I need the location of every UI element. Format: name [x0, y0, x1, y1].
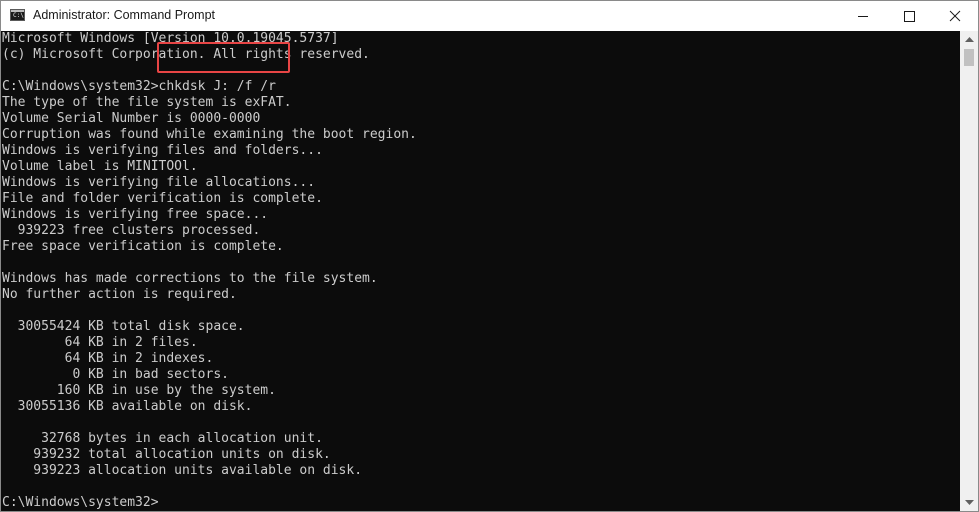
console-command-line: C:\Windows\system32>chkdsk J: /f /r [2, 79, 276, 94]
console-line: (c) Microsoft Corporation. All rights re… [2, 47, 370, 62]
console-line: Windows is verifying free space... [2, 207, 269, 222]
console-line: Corruption was found while examining the… [2, 127, 417, 142]
console-line: The type of the file system is exFAT. [2, 95, 292, 110]
console-line: 0 KB in bad sectors. [2, 367, 229, 382]
console-line: 30055424 KB total disk space. [2, 319, 245, 334]
console-line: Volume label is MINITOOl. [2, 159, 198, 174]
vertical-scrollbar[interactable] [960, 31, 978, 511]
close-button[interactable] [932, 1, 978, 31]
console-line: 939232 total allocation units on disk. [2, 447, 331, 462]
console-line: 64 KB in 2 indexes. [2, 351, 214, 366]
window-title: Administrator: Command Prompt [33, 8, 216, 22]
chevron-down-icon [964, 500, 974, 505]
console-line: Volume Serial Number is 0000-0000 [2, 111, 261, 126]
chevron-up-icon [964, 37, 974, 42]
console-line: 939223 allocation units available on dis… [2, 463, 363, 478]
scrollbar-thumb[interactable] [964, 49, 974, 66]
minimize-button[interactable] [840, 1, 886, 31]
console-line: Free space verification is complete. [2, 239, 284, 254]
cmd-icon-label: C:\ [13, 12, 24, 19]
command-highlight-box [157, 42, 290, 73]
console-line: 160 KB in use by the system. [2, 383, 276, 398]
console-line: Windows has made corrections to the file… [2, 271, 378, 286]
scroll-down-button[interactable] [960, 494, 978, 511]
console-line: No further action is required. [2, 287, 237, 302]
title-bar[interactable]: C:\ Administrator: Command Prompt [1, 1, 978, 31]
close-icon [949, 10, 961, 22]
console-line: 939223 free clusters processed. [2, 223, 261, 238]
command-prompt-window: C:\ Administrator: Command Prompt Micros… [0, 0, 979, 512]
console-line: 64 KB in 2 files. [2, 335, 198, 350]
console-prompt[interactable]: C:\Windows\system32> [1, 495, 960, 511]
scroll-up-button[interactable] [960, 31, 978, 48]
maximize-button[interactable] [886, 1, 932, 31]
minimize-icon [858, 15, 868, 17]
console-line: Windows is verifying files and folders..… [2, 143, 323, 158]
console-line: 32768 bytes in each allocation unit. [2, 431, 323, 446]
console-line: Microsoft Windows [Version 10.0.19045.57… [2, 31, 339, 46]
console-line: File and folder verification is complete… [2, 191, 323, 206]
console-line: Windows is verifying file allocations... [2, 175, 316, 190]
cmd-icon: C:\ [10, 9, 25, 21]
console-line: 30055136 KB available on disk. [2, 399, 253, 414]
maximize-icon [903, 10, 915, 22]
console-output[interactable]: Microsoft Windows [Version 10.0.19045.57… [1, 31, 960, 511]
